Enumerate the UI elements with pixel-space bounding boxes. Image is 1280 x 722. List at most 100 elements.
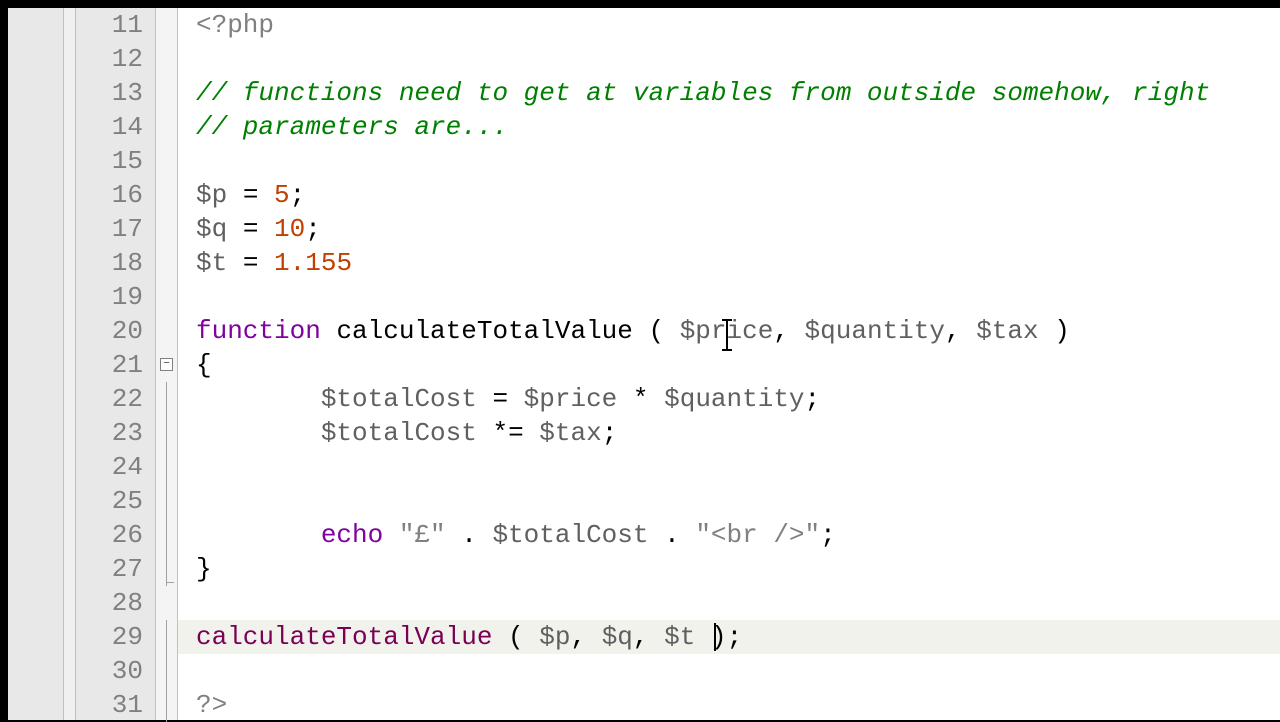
code-token: $p xyxy=(196,180,227,210)
code-token: $price xyxy=(524,384,618,414)
code-line[interactable]: $p = 5; xyxy=(178,178,1280,212)
line-number[interactable]: 21 xyxy=(76,348,155,382)
line-number[interactable]: 25 xyxy=(76,484,155,518)
code-token: "<br />" xyxy=(695,520,820,550)
code-token: $q xyxy=(602,622,633,652)
line-number[interactable]: 18 xyxy=(76,246,155,280)
code-token: ; xyxy=(820,520,836,550)
fold-guide xyxy=(166,620,167,722)
code-line[interactable]: } xyxy=(178,552,1280,586)
code-line[interactable] xyxy=(178,654,1280,688)
line-number[interactable]: 31 xyxy=(76,688,155,722)
line-number[interactable]: 17 xyxy=(76,212,155,246)
fold-strip[interactable]: − xyxy=(156,8,178,720)
line-number[interactable]: 14 xyxy=(76,110,155,144)
code-line[interactable]: echo "£" . $totalCost . "<br />"; xyxy=(178,518,1280,552)
code-token: . xyxy=(446,520,493,550)
code-line[interactable]: // parameters are... xyxy=(178,110,1280,144)
fold-toggle-icon[interactable]: − xyxy=(160,358,173,371)
code-token: calculateTotalValue xyxy=(336,316,632,346)
line-number[interactable]: 11 xyxy=(76,8,155,42)
line-number[interactable]: 29 xyxy=(76,620,155,654)
code-token: ; xyxy=(602,418,618,448)
code-line[interactable]: ?> xyxy=(178,688,1280,720)
code-token: = xyxy=(227,214,274,244)
line-number[interactable]: 22 xyxy=(76,382,155,416)
code-token: $tax xyxy=(539,418,601,448)
code-token: , xyxy=(773,316,804,346)
editor-left-margin xyxy=(8,8,64,720)
line-number[interactable]: 30 xyxy=(76,654,155,688)
code-token: $q xyxy=(196,214,227,244)
code-token: $quantity xyxy=(805,316,945,346)
code-token: } xyxy=(196,554,212,584)
code-token: ; xyxy=(805,384,821,414)
line-number[interactable]: 27 xyxy=(76,552,155,586)
mouse-ibeam-cursor-icon xyxy=(726,320,728,350)
line-number-gutter[interactable]: 1112131415161718192021222324252627282930… xyxy=(76,8,156,720)
code-token: ; xyxy=(290,180,306,210)
code-token: $p xyxy=(539,622,570,652)
code-token: // functions need to get at variables fr… xyxy=(196,78,1226,108)
line-number[interactable]: 12 xyxy=(76,42,155,76)
code-line[interactable] xyxy=(178,484,1280,518)
code-token: function xyxy=(196,316,336,346)
code-token: ( xyxy=(633,316,680,346)
code-line[interactable] xyxy=(178,450,1280,484)
code-token: ); xyxy=(695,622,742,652)
code-line[interactable]: $totalCost *= $tax; xyxy=(178,416,1280,450)
code-line[interactable]: // functions need to get at variables fr… xyxy=(178,76,1280,110)
code-line[interactable]: calculateTotalValue ( $p, $q, $t ); xyxy=(178,620,1280,654)
code-line[interactable] xyxy=(178,280,1280,314)
code-token: $t xyxy=(196,248,227,278)
code-token: , xyxy=(570,622,601,652)
code-token: = xyxy=(477,384,524,414)
code-line[interactable] xyxy=(178,586,1280,620)
code-token: , xyxy=(633,622,664,652)
code-line[interactable]: $totalCost = $price * $quantity; xyxy=(178,382,1280,416)
code-token: // parameters are... xyxy=(196,112,508,142)
code-area[interactable]: <?php // functions need to get at variabl… xyxy=(178,8,1280,720)
code-token: ) xyxy=(1039,316,1070,346)
code-token: <?php xyxy=(196,10,274,40)
code-line[interactable] xyxy=(178,144,1280,178)
line-number[interactable]: 26 xyxy=(76,518,155,552)
line-number[interactable]: 23 xyxy=(76,416,155,450)
code-token: $t xyxy=(664,622,695,652)
line-number[interactable]: 13 xyxy=(76,76,155,110)
code-token: $totalCost xyxy=(321,384,477,414)
code-line[interactable]: <?php xyxy=(178,8,1280,42)
code-token: 5 xyxy=(274,180,290,210)
code-token: $totalCost xyxy=(321,418,477,448)
line-number[interactable]: 16 xyxy=(76,178,155,212)
code-token: = xyxy=(227,248,274,278)
code-token xyxy=(196,418,321,448)
code-token: $quantity xyxy=(664,384,804,414)
code-editor[interactable]: 1112131415161718192021222324252627282930… xyxy=(8,8,1280,720)
code-token xyxy=(196,384,321,414)
code-line[interactable]: { xyxy=(178,348,1280,382)
change-marker-strip xyxy=(64,8,76,720)
code-token: ( xyxy=(492,622,539,652)
code-token: ?> xyxy=(196,690,227,720)
code-token: , xyxy=(945,316,976,346)
line-number[interactable]: 28 xyxy=(76,586,155,620)
code-token: * xyxy=(617,384,664,414)
code-line[interactable] xyxy=(178,42,1280,76)
text-caret xyxy=(714,623,716,651)
code-token: 1.155 xyxy=(274,248,352,278)
code-line[interactable]: $t = 1.155 xyxy=(178,246,1280,280)
code-token: calculateTotalValue xyxy=(196,622,492,652)
code-token: *= xyxy=(477,418,539,448)
line-number[interactable]: 20 xyxy=(76,314,155,348)
fold-guide-end xyxy=(166,582,174,583)
code-line[interactable]: $q = 10; xyxy=(178,212,1280,246)
fold-guide xyxy=(166,382,167,586)
code-token xyxy=(196,520,321,550)
line-number[interactable]: 15 xyxy=(76,144,155,178)
code-token: = xyxy=(227,180,274,210)
line-number[interactable]: 19 xyxy=(76,280,155,314)
code-token: 10 xyxy=(274,214,305,244)
line-number[interactable]: 24 xyxy=(76,450,155,484)
code-token: "£" xyxy=(399,520,446,550)
